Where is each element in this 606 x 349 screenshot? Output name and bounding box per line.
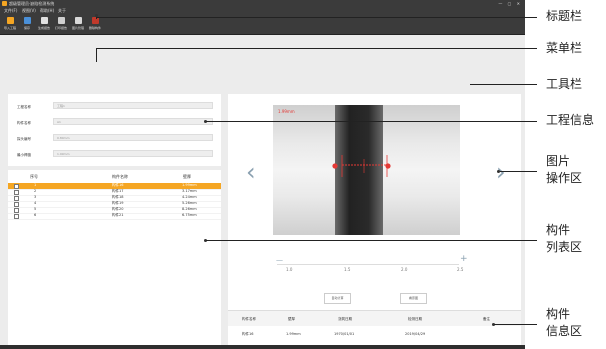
prev-image-icon[interactable]: ‹	[246, 160, 256, 184]
app-window: 超级管理员·缺陷检测系统 — ▢ ✕ 文件(F) 视图(V) 帮助(H) 关于 …	[0, 0, 525, 349]
probe-field[interactable]: 0.80mm	[53, 134, 213, 141]
callout-line	[470, 84, 537, 85]
callout-line	[500, 171, 537, 172]
min-weld-field[interactable]: 1.99mm	[53, 150, 213, 157]
zoom-tick: 2.0	[401, 267, 408, 272]
callout-line	[206, 121, 537, 122]
delete-icon	[91, 17, 99, 24]
info-table-header: 构件名称 壁厚 浇筑日期 检测日期 备注	[228, 311, 521, 326]
image-operation-panel: ‹ 1.99mm › — + 1.0 1.5 2.0 2.5 自动计算 看原图 …	[228, 94, 521, 346]
project-info-panel: 工程名称 工程1 构件名称 A1 探头编号 0.80mm 最小焊缝 1.99mm	[8, 94, 221, 166]
label-image: 图片	[546, 154, 571, 168]
menu-view[interactable]: 视图(V)	[22, 7, 36, 14]
right-marker[interactable]	[385, 163, 391, 169]
menu-about[interactable]: 关于	[58, 7, 66, 14]
import-project-button[interactable]: 导入工程	[2, 16, 18, 33]
auto-calc-button[interactable]: 自动计算	[324, 293, 351, 304]
status-bar	[0, 345, 525, 349]
zoom-slider[interactable]	[277, 264, 459, 265]
app-logo-icon	[2, 1, 7, 6]
title-bar: 超级管理员·缺陷检测系统 — ▢ ✕	[0, 0, 525, 7]
table-header: 序号 构件名称 壁厚	[30, 174, 191, 179]
generate-report-button[interactable]: 生成报告	[36, 16, 52, 33]
label-component2: 构件	[546, 307, 571, 321]
label-list: 列表区	[546, 240, 583, 254]
image-icon	[74, 17, 82, 24]
callout-line	[96, 17, 537, 18]
left-marker[interactable]	[332, 163, 338, 169]
save-button[interactable]: 保存	[19, 16, 35, 33]
zoom-tick: 1.0	[286, 267, 293, 272]
component-name-field[interactable]: A1	[53, 118, 213, 125]
zoom-tick: 2.5	[457, 267, 464, 272]
label-menubar: 菜单栏	[546, 41, 583, 55]
zoom-in-icon[interactable]: +	[460, 254, 468, 264]
zoom-out-icon[interactable]: —	[276, 256, 283, 264]
label-info: 信息区	[546, 324, 583, 338]
label-titlebar: 标题栏	[546, 9, 583, 23]
delete-component-button[interactable]: 删除构件	[87, 16, 103, 33]
row-checkbox[interactable]	[14, 214, 19, 219]
label-toolbar: 工具栏	[546, 77, 583, 91]
component-info-table: 构件名称 壁厚 浇筑日期 检测日期 备注 构件16 1.99mm 1970/01…	[228, 310, 521, 347]
callout-line	[494, 324, 537, 325]
table-row[interactable]: 6 构件21 6.75mm	[8, 213, 221, 220]
info-table-row: 构件16 1.99mm 1970/01/01 2019/04/29	[242, 332, 426, 336]
window-title: 超级管理员·缺陷检测系统	[9, 1, 55, 6]
zoom-tick: 1.5	[344, 267, 351, 272]
component-list-panel: 序号 构件名称 壁厚 1 构件16 1.99mm 2 构件17 3.17mm 3 构件18…	[8, 170, 221, 346]
folder-icon	[6, 17, 14, 24]
view-original-button[interactable]: 看原图	[400, 293, 427, 304]
callout-line	[206, 240, 537, 241]
label-project-info: 工程信息	[546, 113, 595, 127]
callout-line	[96, 48, 97, 62]
menu-file[interactable]: 文件(F)	[4, 7, 17, 14]
report-icon	[40, 17, 48, 24]
printer-icon	[57, 17, 65, 24]
menu-bar: 文件(F) 视图(V) 帮助(H) 关于	[0, 7, 525, 14]
callout-line	[96, 48, 537, 49]
menu-help[interactable]: 帮助(H)	[40, 7, 54, 14]
label-operation: 操作区	[546, 171, 583, 185]
measure-overlay	[332, 155, 391, 177]
save-icon	[23, 17, 31, 24]
project-name-field[interactable]: 工程1	[53, 102, 213, 109]
print-report-button[interactable]: 打印报告	[53, 16, 69, 33]
window-controls[interactable]: — ▢ ✕	[498, 0, 522, 7]
image-manage-button[interactable]: 图片管理	[70, 16, 86, 33]
xray-image[interactable]: 1.99mm	[273, 105, 460, 235]
label-component: 构件	[546, 223, 571, 237]
